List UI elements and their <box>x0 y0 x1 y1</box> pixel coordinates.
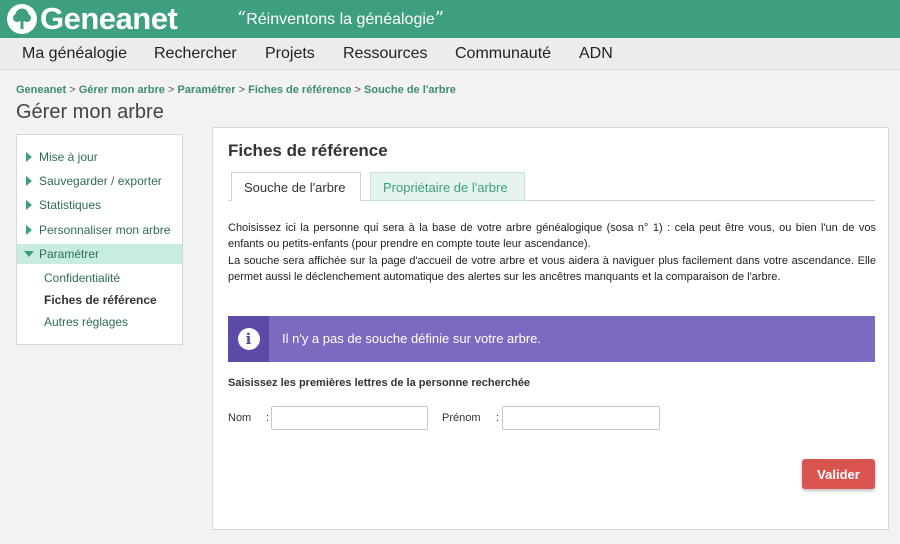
nav-ressources[interactable]: Ressources <box>343 45 427 63</box>
prenom-colon: : <box>496 412 500 424</box>
nav-projets[interactable]: Projets <box>265 45 315 63</box>
prenom-label: Prénom <box>442 412 481 424</box>
tree-icon <box>7 4 37 34</box>
sidebar-item-personnaliser[interactable]: Personnaliser mon arbre <box>17 220 182 240</box>
breadcrumb-link[interactable]: Paramétrer <box>177 84 235 96</box>
page-title: Gérer mon arbre <box>16 101 164 123</box>
nom-colon: : <box>266 412 270 424</box>
breadcrumb-link[interactable]: Fiches de référence <box>248 84 351 96</box>
valider-button[interactable]: Valider <box>802 459 875 489</box>
sidebar-subitem-autres-reglages[interactable]: Autres réglages <box>44 315 128 329</box>
nav-ma-genealogie[interactable]: Ma généalogie <box>22 45 127 63</box>
breadcrumb-link[interactable]: Geneanet <box>16 84 66 96</box>
sidebar-item-statistiques[interactable]: Statistiques <box>17 195 182 215</box>
panel-title: Fiches de référence <box>228 141 388 160</box>
slogan: “Réinventons la généalogie” <box>237 8 444 29</box>
caret-right-icon <box>26 152 32 162</box>
nav-adn[interactable]: ADN <box>579 45 613 63</box>
nom-input[interactable] <box>271 406 428 430</box>
sidebar-item-parametrer[interactable]: Paramétrer <box>17 244 182 264</box>
breadcrumb: Geneanet > Gérer mon arbre > Paramétrer … <box>16 84 456 96</box>
sidebar-item-mise-a-jour[interactable]: Mise à jour <box>17 147 182 167</box>
prenom-input[interactable] <box>502 406 660 430</box>
sidebar-subitem-fiches-reference[interactable]: Fiches de référence <box>44 293 157 307</box>
alert-message: Il n'y a pas de souche définie sur votre… <box>282 331 542 346</box>
logo-text: Geneanet <box>40 1 178 36</box>
nav-communaute[interactable]: Communauté <box>455 45 551 63</box>
breadcrumb-current[interactable]: Souche de l'arbre <box>364 84 456 96</box>
description: Choisissez ici la personne qui sera à la… <box>228 222 876 284</box>
sidebar: Mise à jour Sauvegarder / exporter Stati… <box>16 134 183 345</box>
sidebar-item-sauvegarder[interactable]: Sauvegarder / exporter <box>17 171 182 191</box>
nom-label: Nom <box>228 412 252 424</box>
caret-down-icon <box>24 251 34 257</box>
breadcrumb-link[interactable]: Gérer mon arbre <box>79 84 165 96</box>
caret-right-icon <box>26 225 32 235</box>
sidebar-subitem-confidentialite[interactable]: Confidentialité <box>44 271 120 285</box>
top-bar: Geneanet “Réinventons la généalogie” <box>0 0 900 38</box>
info-alert: i Il n'y a pas de souche définie sur vot… <box>228 316 875 362</box>
search-label: Saisissez les premières lettres de la pe… <box>228 377 531 389</box>
logo[interactable]: Geneanet <box>7 1 178 36</box>
main-panel: Fiches de référence Souche de l'arbre Pr… <box>212 127 889 530</box>
info-icon: i <box>237 328 260 350</box>
nav-rechercher[interactable]: Rechercher <box>154 45 237 63</box>
tab-proprietaire[interactable]: Propriétaire de l'arbre <box>370 172 525 201</box>
main-nav: Ma généalogie Rechercher Projets Ressour… <box>0 38 900 70</box>
caret-right-icon <box>26 176 32 186</box>
caret-right-icon <box>26 200 32 210</box>
tab-souche[interactable]: Souche de l'arbre <box>231 172 361 201</box>
